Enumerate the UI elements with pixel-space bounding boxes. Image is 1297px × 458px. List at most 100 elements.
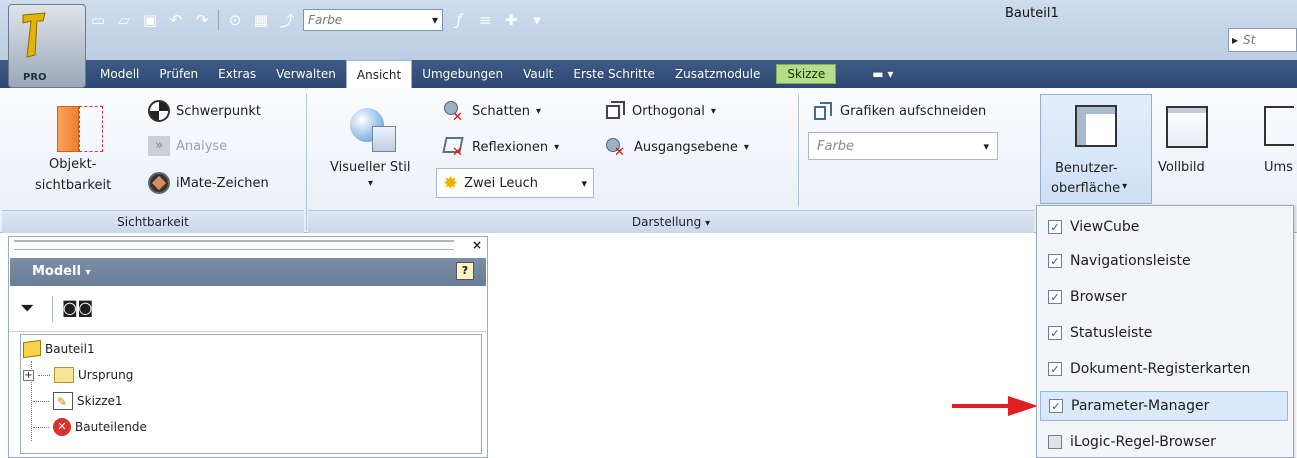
ausgangsebene-button[interactable]: ✕ Ausgangsebene ▾ xyxy=(604,136,749,160)
menu-item-viewcube[interactable]: ✓ ViewCube xyxy=(1040,212,1288,242)
chevron-down-icon: ▾ xyxy=(536,105,542,117)
menu-item-label: Statusleiste xyxy=(1070,325,1153,341)
object-visibility-icon xyxy=(57,106,103,152)
measure-icon[interactable]: ▦ xyxy=(251,10,271,30)
analyse-label: Analyse xyxy=(176,138,228,154)
chevron-down-icon: ▾ xyxy=(368,178,374,189)
browser-toolbar: ⏷ ◙◙ xyxy=(10,288,486,332)
tab-erste-schritte[interactable]: Erste Schritte xyxy=(563,60,665,88)
beleuchtung-value: Zwei Leuch xyxy=(464,175,539,191)
open-icon[interactable]: ▱ xyxy=(114,10,134,30)
panel-options-icon[interactable]: ▬ ▾ xyxy=(862,60,903,88)
browser-header[interactable]: Modell ▾ xyxy=(10,258,486,286)
objekt-sichtbarkeit-button[interactable]: Objekt- sichtbarkeit xyxy=(35,100,127,200)
fx-icon[interactable]: ƒ xyxy=(449,10,469,30)
tab-verwalten[interactable]: Verwalten xyxy=(266,60,346,88)
menu-item-label: ViewCube xyxy=(1070,219,1140,235)
schatten-label: Schatten xyxy=(472,103,531,119)
application-menu-button[interactable]: PRO xyxy=(8,4,86,88)
checkbox-unchecked[interactable] xyxy=(1048,435,1062,449)
save-icon[interactable]: ▣ xyxy=(140,10,160,30)
tab-umgebungen[interactable]: Umgebungen xyxy=(412,60,513,88)
tree-branch xyxy=(33,400,49,402)
inventor-logo-icon xyxy=(22,12,46,58)
toolbar-separator xyxy=(52,296,53,322)
tree-item-label: Skizze1 xyxy=(77,394,123,408)
beleuchtung-combo[interactable]: ✸ Zwei Leuch ▾ xyxy=(436,168,594,198)
umschalten-label: Ums xyxy=(1264,160,1293,175)
tab-extras[interactable]: Extras xyxy=(208,60,266,88)
menu-item-label: Parameter-Manager xyxy=(1071,398,1210,414)
tree-item-ursprung[interactable]: + Ursprung xyxy=(23,363,133,387)
menu-item-dokument-registerkarten[interactable]: ✓ Dokument-Registerkarten xyxy=(1040,354,1288,384)
chevron-down-icon: ▾ xyxy=(983,139,989,153)
analysis-icon: » xyxy=(148,136,170,156)
schatten-button[interactable]: ✕ Schatten ▾ xyxy=(442,100,542,125)
tree-item-bauteil[interactable]: Bauteil1 xyxy=(23,337,95,361)
close-icon[interactable]: × xyxy=(472,238,482,252)
menu-item-statusleiste[interactable]: ✓ Statusleiste xyxy=(1040,318,1288,348)
analyse-button[interactable]: » Analyse xyxy=(148,136,227,156)
filter-icon[interactable]: ⏷ xyxy=(20,298,34,319)
light-icon: ✸ xyxy=(443,172,459,194)
benutzer-label-line2-wrap: oberfläche ▾ xyxy=(1051,181,1127,196)
help-icon[interactable]: ? xyxy=(456,262,474,280)
color-icon[interactable]: ✚ xyxy=(501,10,521,30)
tab-vault[interactable]: Vault xyxy=(513,60,563,88)
search-input[interactable]: St xyxy=(1228,28,1297,52)
checkbox-checked[interactable]: ✓ xyxy=(1048,290,1062,304)
return-icon[interactable]: ⤴ xyxy=(277,10,297,30)
checkbox-checked[interactable]: ✓ xyxy=(1048,362,1062,376)
checkbox-checked[interactable]: ✓ xyxy=(1048,326,1062,340)
schwerpunkt-label: Schwerpunkt xyxy=(176,103,261,119)
menu-item-ilogic-regel-browser[interactable]: iLogic-Regel-Browser xyxy=(1040,427,1288,457)
select-icon[interactable]: ⊙ xyxy=(225,10,245,30)
tab-pruefen[interactable]: Prüfen xyxy=(149,60,208,88)
benutzeroberflaeche-button[interactable]: Benutzer- oberfläche ▾ xyxy=(1040,94,1152,204)
tab-modell[interactable]: Modell xyxy=(90,60,149,88)
user-interface-icon xyxy=(1075,105,1117,147)
checkbox-checked[interactable]: ✓ xyxy=(1049,399,1063,413)
tab-skizze[interactable]: Skizze xyxy=(776,64,837,84)
objekt-label-line1: Objekt- xyxy=(49,157,97,172)
undo-icon[interactable]: ↶ xyxy=(166,10,186,30)
reflection-icon: ✕ xyxy=(442,136,466,160)
menu-item-browser[interactable]: ✓ Browser xyxy=(1040,282,1288,312)
checkbox-checked[interactable]: ✓ xyxy=(1048,254,1062,268)
imate-button[interactable]: iMate-Zeichen xyxy=(148,172,269,194)
new-icon[interactable]: ▭ xyxy=(88,10,108,30)
chevron-down-icon: ▾ xyxy=(1122,181,1128,192)
reflexionen-button[interactable]: ✕ Reflexionen ▾ xyxy=(442,136,559,160)
find-icon[interactable]: ◙◙ xyxy=(62,298,93,317)
checkbox-checked[interactable]: ✓ xyxy=(1048,220,1062,234)
tree-item-bauteilende[interactable]: ✕ Bauteilende xyxy=(33,415,147,439)
menu-item-navigationsleiste[interactable]: ✓ Navigationsleiste xyxy=(1040,246,1288,276)
farbe-combo[interactable]: Farbe ▾ xyxy=(808,132,998,160)
tab-ansicht[interactable]: Ansicht xyxy=(345,60,413,88)
document-title: Bauteil1 xyxy=(1005,6,1059,21)
redo-icon[interactable]: ↷ xyxy=(192,10,212,30)
umschalten-button[interactable]: Ums xyxy=(1250,100,1297,200)
pro-badge: PRO xyxy=(23,72,47,83)
darstellung-panel-label[interactable]: Darstellung ▾ xyxy=(308,210,1034,233)
farbe-value: Farbe xyxy=(817,138,855,154)
tree-item-skizze[interactable]: ✎ Skizze1 xyxy=(33,389,123,413)
browser-drag-handle[interactable] xyxy=(14,240,454,250)
expand-icon[interactable]: + xyxy=(23,369,34,381)
visueller-stil-button[interactable]: Visueller Stil ▾ xyxy=(320,100,426,204)
grafiken-aufschneiden-button[interactable]: Grafiken aufschneiden xyxy=(812,100,986,122)
reflexionen-label: Reflexionen xyxy=(472,139,549,155)
tab-zusatzmodule[interactable]: Zusatzmodule xyxy=(665,60,770,88)
chevron-down-icon: ▾ xyxy=(431,13,438,27)
schwerpunkt-button[interactable]: Schwerpunkt xyxy=(148,100,261,122)
orthogonal-button[interactable]: Orthogonal ▾ xyxy=(604,100,716,122)
thickness-icon[interactable]: ≡ xyxy=(475,10,495,30)
sichtbarkeit-panel-label[interactable]: Sichtbarkeit xyxy=(2,210,304,233)
vollbild-button[interactable]: Vollbild xyxy=(1158,100,1228,200)
menu-item-parameter-manager[interactable]: ✓ Parameter-Manager xyxy=(1040,391,1288,421)
color-combo[interactable]: Farbe ▾ xyxy=(303,9,443,31)
benutzer-label-line1: Benutzer- xyxy=(1055,161,1118,176)
chevron-down-icon: ▾ xyxy=(85,267,91,278)
customize-icon[interactable]: ▾ xyxy=(527,10,547,30)
center-of-gravity-icon xyxy=(148,100,170,122)
